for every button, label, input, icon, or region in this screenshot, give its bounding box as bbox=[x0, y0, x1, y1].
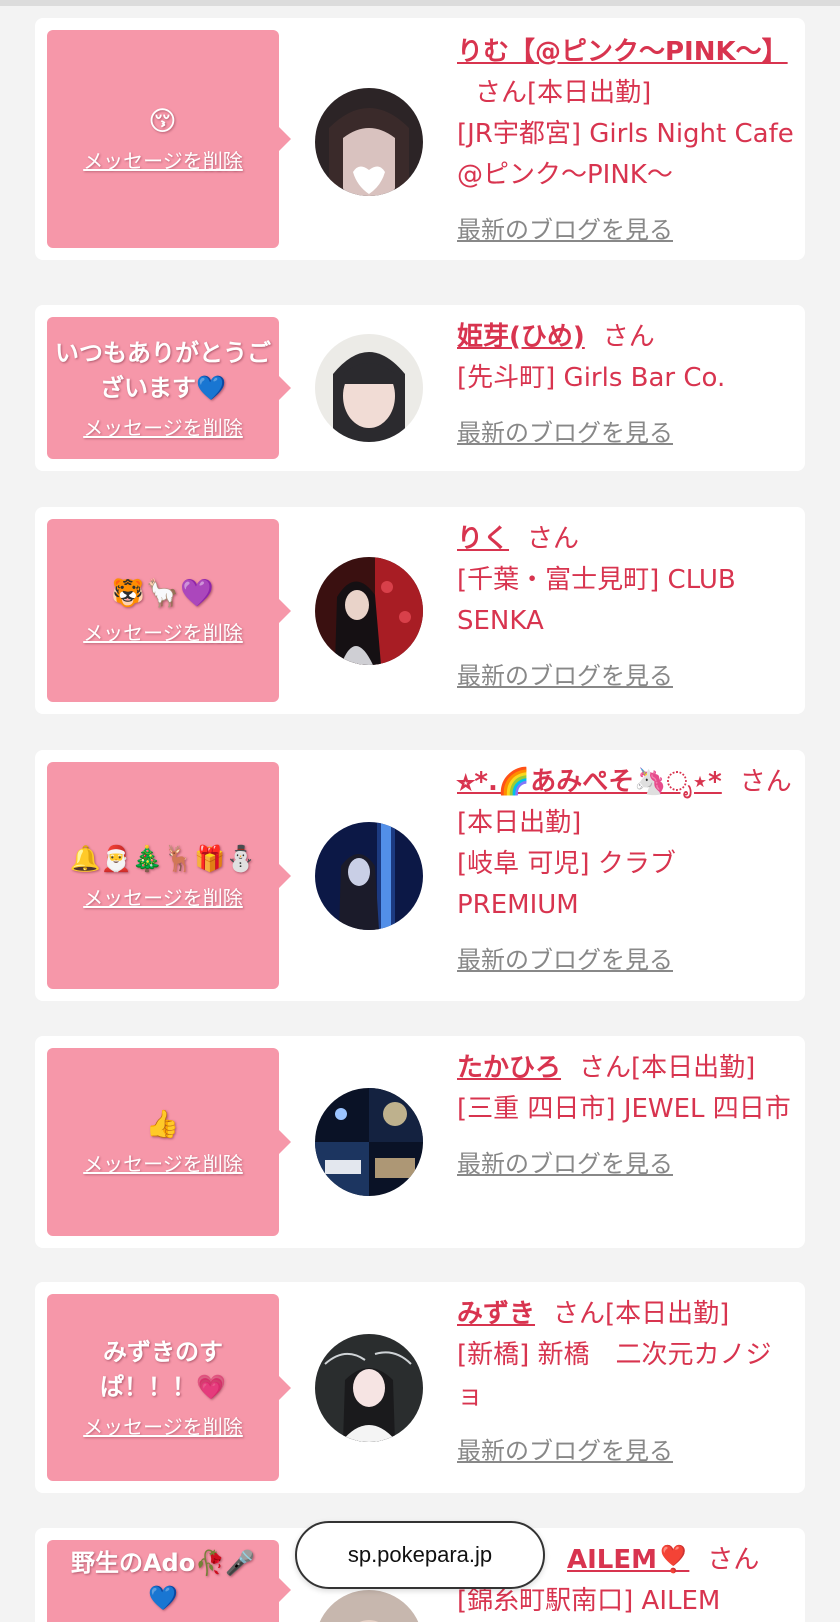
message-text: みずきのすぱ！！！💗 bbox=[100, 1338, 226, 1401]
message-bubble: みずきのすぱ！！！💗 メッセージを削除 bbox=[47, 1294, 291, 1481]
delete-message-link[interactable]: メッセージを削除 bbox=[83, 145, 243, 174]
view-blog-link[interactable]: 最新のブログを見る bbox=[457, 656, 795, 697]
avatar[interactable] bbox=[315, 1590, 423, 1622]
avatar[interactable] bbox=[315, 1334, 423, 1442]
entry-info: ⭐︎*.🌈あみぺそ🦄ೃ⋆* さん [本日出勤] [岐阜 可児] クラブPREMIUM… bbox=[457, 762, 795, 981]
delete-message-link[interactable]: メッセージを削除 bbox=[83, 1411, 243, 1440]
honorific: さん bbox=[527, 524, 580, 554]
view-blog-link[interactable]: 最新のブログを見る bbox=[457, 1431, 795, 1472]
entry-info: りく さん [千葉・富士見町] CLUB SENKA 最新のブログを見る bbox=[457, 519, 795, 697]
message-card: 🔔🎅🎄🦌🎁⛄ メッセージを削除 ⭐︎*.🌈あみぺそ🦄ೃ⋆* さん [本日出勤] [岐… bbox=[35, 750, 805, 1001]
delete-message-link[interactable]: メッセージを削除 bbox=[83, 1148, 243, 1177]
honorific: さん bbox=[475, 78, 528, 108]
honorific: さん bbox=[579, 1053, 632, 1083]
message-card: みずきのすぱ！！！💗 メッセージを削除 みずき さん[本日出勤] [新橋] 新橋 … bbox=[35, 1282, 805, 1493]
cast-name-link[interactable]: ⭐︎*.🌈あみぺそ🦄ೃ⋆* bbox=[457, 767, 722, 797]
entry-info: みずき さん[本日出勤] [新橋] 新橋 二次元カノジョ 最新のブログを見る bbox=[457, 1294, 795, 1472]
shop-name: [岐阜 可児] クラブPREMIUM bbox=[457, 849, 676, 920]
cast-name-link[interactable]: りむ【@ピンク〜PINK〜】 bbox=[457, 37, 788, 67]
message-text: 野生のAdo🥀🎤💙 bbox=[70, 1549, 255, 1612]
message-bubble: 野生のAdo🥀🎤💙 bbox=[47, 1540, 291, 1622]
entry-info: りむ【@ピンク〜PINK〜】さん[本日出勤] [JR宇都宮] Girls Nig… bbox=[457, 32, 795, 251]
delete-message-link[interactable]: メッセージを削除 bbox=[83, 617, 243, 646]
attendance-status: [本日出勤] bbox=[457, 808, 582, 838]
entry-info: たかひろ さん[本日出勤] [三重 四日市] JEWEL 四日市 最新のブログを見… bbox=[457, 1048, 795, 1185]
url-bar[interactable]: sp.pokepara.jp bbox=[295, 1521, 545, 1589]
avatar[interactable] bbox=[315, 1088, 423, 1196]
view-blog-link[interactable]: 最新のブログを見る bbox=[457, 940, 795, 981]
message-card: 👍 メッセージを削除 たかひろ さん[本日出勤] [三重 四日市] JEWEL 四… bbox=[35, 1036, 805, 1248]
message-text: 😚 bbox=[148, 106, 178, 137]
cast-name-link[interactable]: みずき bbox=[457, 1299, 535, 1329]
honorific: さん bbox=[602, 322, 655, 352]
attendance-status: [本日出勤] bbox=[605, 1299, 730, 1329]
message-text: 👍 bbox=[145, 1109, 181, 1140]
message-text: 🔔🎅🎄🦌🎁⛄ bbox=[69, 843, 257, 873]
message-bubble: 🐯🦙💜 メッセージを削除 bbox=[47, 519, 291, 702]
entry-info: 姫芽(ひめ) さん [先斗町] Girls Bar Co. 最新のブログを見る bbox=[457, 317, 795, 454]
honorific: さん bbox=[707, 1545, 760, 1575]
message-card: いつもありがとうございます💙 メッセージを削除 姫芽(ひめ) さん [先斗町] G… bbox=[35, 305, 805, 471]
cast-name-link[interactable]: AILEM❣️ bbox=[567, 1545, 689, 1575]
message-bubble: いつもありがとうございます💙 メッセージを削除 bbox=[47, 317, 291, 459]
message-text: いつもありがとうございます💙 bbox=[55, 338, 271, 402]
shop-name: [千葉・富士見町] CLUB SENKA bbox=[457, 565, 736, 636]
message-card: 🐯🦙💜 メッセージを削除 りく さん [千葉・富士見町] CLUB SENKA 最… bbox=[35, 507, 805, 714]
shop-name: [先斗町] Girls Bar Co. bbox=[457, 363, 726, 393]
avatar[interactable] bbox=[315, 88, 423, 196]
attendance-status: [本日出勤] bbox=[631, 1053, 756, 1083]
view-blog-link[interactable]: 最新のブログを見る bbox=[457, 1144, 795, 1185]
attendance-status: [本日出勤] bbox=[527, 78, 652, 108]
shop-name: [新橋] 新橋 二次元カノジョ bbox=[457, 1340, 772, 1411]
avatar[interactable] bbox=[315, 557, 423, 665]
avatar[interactable] bbox=[315, 334, 423, 442]
message-bubble: 👍 メッセージを削除 bbox=[47, 1048, 291, 1236]
view-blog-link[interactable]: 最新のブログを見る bbox=[457, 413, 795, 454]
honorific: さん bbox=[739, 767, 792, 797]
shop-name: [JR宇都宮] Girls Night Cafe @ピンク〜PINK〜 bbox=[457, 119, 794, 190]
message-card: 😚 メッセージを削除 りむ【@ピンク〜PINK〜】さん[本日出勤] [JR宇都宮… bbox=[35, 18, 805, 260]
delete-message-link[interactable]: メッセージを削除 bbox=[83, 882, 243, 911]
shop-name: [三重 四日市] JEWEL 四日市 bbox=[457, 1094, 791, 1124]
browser-top-edge bbox=[0, 0, 840, 6]
honorific: さん bbox=[553, 1299, 606, 1329]
message-text: 🐯🦙💜 bbox=[111, 577, 215, 609]
delete-message-link[interactable]: メッセージを削除 bbox=[83, 412, 243, 441]
message-bubble: 😚 メッセージを削除 bbox=[47, 30, 291, 248]
cast-name-link[interactable]: りく bbox=[457, 524, 509, 554]
cast-name-link[interactable]: 姫芽(ひめ) bbox=[457, 322, 585, 352]
cast-name-link[interactable]: たかひろ bbox=[457, 1053, 561, 1083]
avatar[interactable] bbox=[315, 822, 423, 930]
message-bubble: 🔔🎅🎄🦌🎁⛄ メッセージを削除 bbox=[47, 762, 291, 989]
view-blog-link[interactable]: 最新のブログを見る bbox=[457, 210, 795, 251]
